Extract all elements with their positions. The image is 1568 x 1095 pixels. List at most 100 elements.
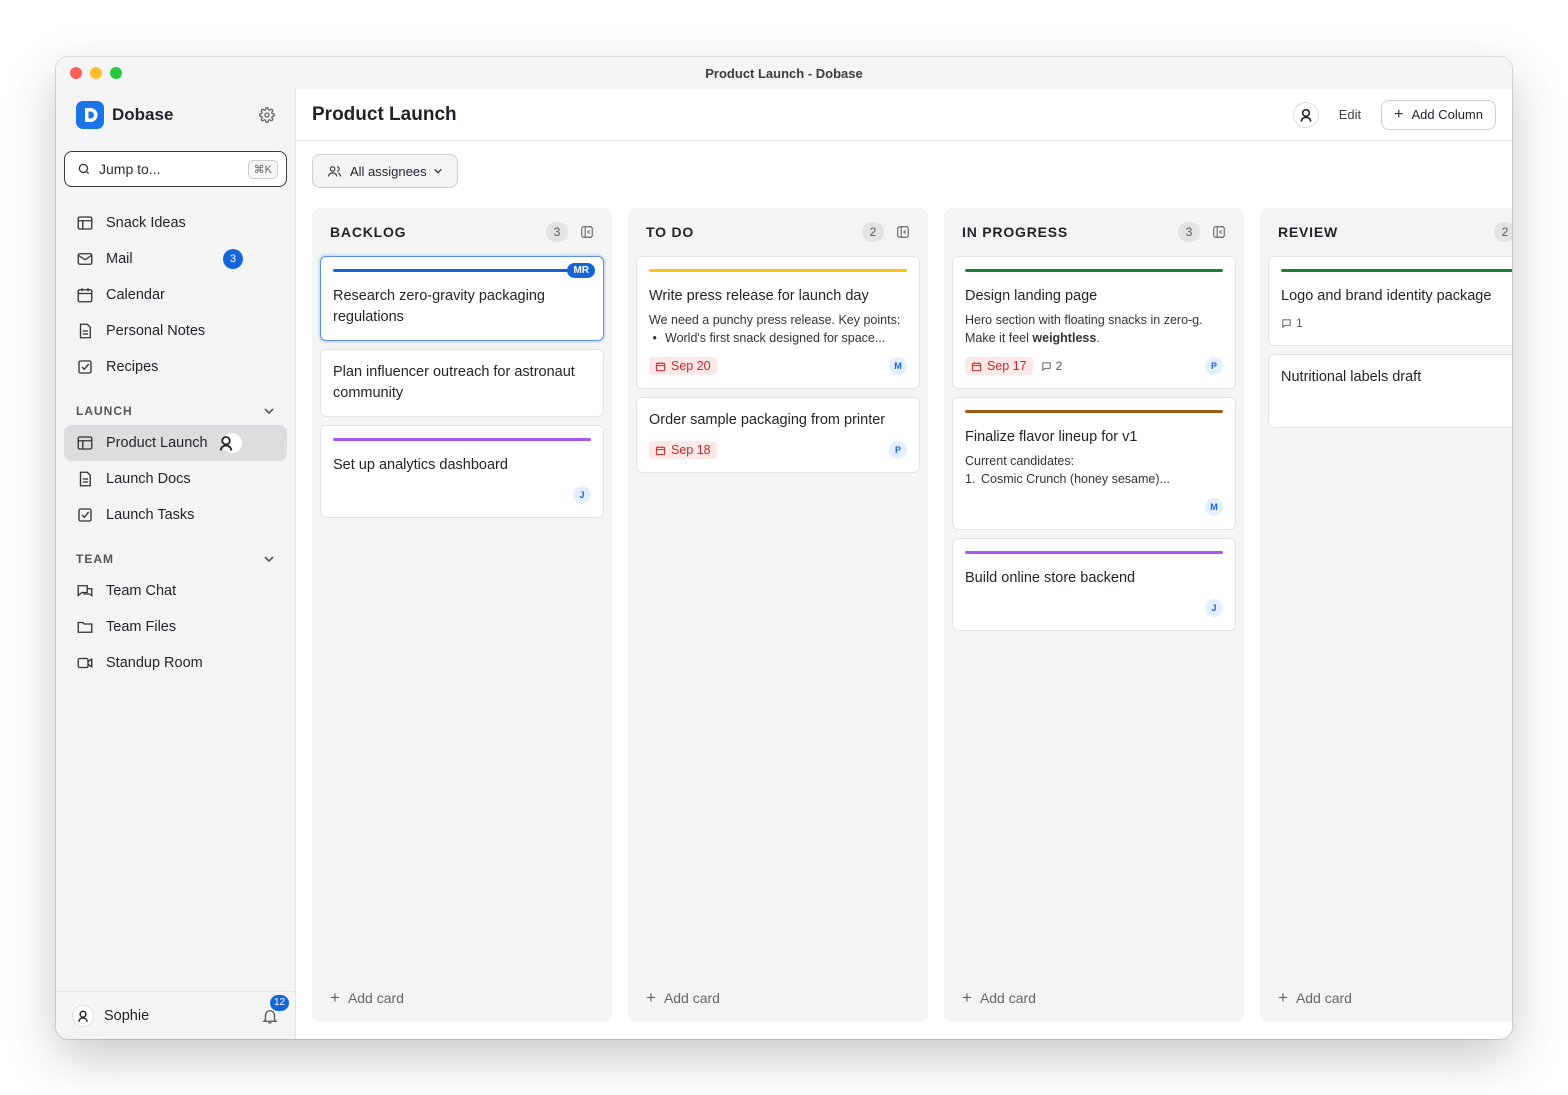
column-header: REVIEW 2 <box>1268 208 1512 256</box>
task-card[interactable]: Write press release for launch day We ne… <box>636 256 920 389</box>
sidebar-item-team-chat[interactable]: Team Chat <box>64 573 287 609</box>
card-color-bar <box>965 410 1223 413</box>
task-card[interactable]: Plan influencer outreach for astronaut c… <box>320 349 604 417</box>
calendar-icon <box>655 361 666 371</box>
folder-icon <box>77 621 93 633</box>
column-to-do: TO DO 2 Write press release for launch d… <box>628 208 928 1022</box>
search-placeholder: Jump to... <box>99 161 161 177</box>
sidebar-item-snack-ideas[interactable]: Snack Ideas <box>64 205 287 241</box>
notifications-count-badge: 12 <box>270 994 289 1011</box>
comment-count: 2 <box>1041 359 1063 373</box>
user-avatar[interactable] <box>72 1004 94 1027</box>
card-title: Build online store backend <box>965 570 1136 586</box>
document-icon <box>79 471 91 487</box>
add-card-button[interactable]: + Add card <box>962 988 1036 1008</box>
settings-gear-icon[interactable] <box>259 107 275 123</box>
collapse-column-icon[interactable] <box>1212 225 1226 239</box>
presence-avatar <box>219 432 243 454</box>
sidebar-item-mail[interactable]: Mail 3 <box>64 241 287 277</box>
sidebar-item-label: Snack Ideas <box>106 215 186 231</box>
user-name[interactable]: Sophie <box>104 1008 149 1024</box>
sidebar-item-standup-room[interactable]: Standup Room <box>64 645 287 681</box>
nav-list: Snack Ideas Mail 3 Calendar Personal Not… <box>56 205 295 681</box>
section-team-header[interactable]: TEAM <box>56 545 295 573</box>
due-date-chip: Sep 17 <box>965 357 1033 375</box>
column-backlog: BACKLOG 3 MR Research zero-gravity packa… <box>312 208 612 1022</box>
task-card[interactable]: Nutritional labels draft <box>1268 354 1512 428</box>
sidebar-item-team-files[interactable]: Team Files <box>64 609 287 645</box>
bullet-text: Cosmic Crunch (honey sesame)... <box>981 472 1170 486</box>
task-card[interactable]: Build online store backend J <box>952 538 1236 631</box>
add-column-button[interactable]: + Add Column <box>1381 99 1496 130</box>
card-meta: M <box>965 497 1223 517</box>
comment-icon <box>1042 361 1051 371</box>
checkbox-icon <box>78 508 92 522</box>
add-card-label: Add card <box>979 990 1036 1006</box>
add-card-label: Add card <box>663 990 720 1006</box>
add-card-button[interactable]: + Add card <box>646 988 720 1008</box>
add-card-button[interactable]: + Add card <box>330 988 404 1008</box>
task-card[interactable]: Order sample packaging from printer Sep … <box>636 397 920 473</box>
brand-name: Dobase <box>112 105 174 124</box>
task-card[interactable]: Design landing page Hero section with fl… <box>952 256 1236 389</box>
add-card-label: Add card <box>347 990 404 1006</box>
users-icon <box>328 165 341 177</box>
card-color-bar <box>649 269 907 272</box>
edit-button[interactable]: Edit <box>1339 107 1361 122</box>
assignee-avatar: J <box>1205 599 1223 617</box>
collaborator-avatar[interactable] <box>1292 101 1319 128</box>
sidebar-item-label: Recipes <box>106 359 159 375</box>
task-card[interactable]: MR Research zero-gravity packaging regul… <box>320 256 604 341</box>
task-card[interactable]: Set up analytics dashboard J <box>320 425 604 518</box>
sidebar-item-personal-notes[interactable]: Personal Notes <box>64 313 287 349</box>
task-card[interactable]: Logo and brand identity package 1 <box>1268 256 1512 346</box>
filter-bar: All assignees <box>296 141 1512 201</box>
card-title: Set up analytics dashboard <box>333 457 508 473</box>
sidebar-item-calendar[interactable]: Calendar <box>64 277 287 313</box>
window-title: Product Launch - Dobase <box>705 66 863 81</box>
sidebar-item-label: Team Files <box>106 619 177 635</box>
card-desc-text: . <box>1096 331 1100 345</box>
add-card-button[interactable]: + Add card <box>1278 988 1352 1008</box>
sidebar-item-label: Calendar <box>106 287 165 303</box>
sidebar-item-label: Product Launch <box>106 435 208 451</box>
sidebar-item-launch-tasks[interactable]: Launch Tasks <box>64 497 287 533</box>
notifications-bell-icon[interactable]: 12 <box>261 994 289 1025</box>
sidebar-item-recipes[interactable]: Recipes <box>64 349 287 385</box>
assignee-filter-dropdown[interactable]: All assignees <box>312 154 458 188</box>
assignee-filter-label: All assignees <box>350 163 427 179</box>
collapse-column-icon[interactable] <box>580 225 594 239</box>
bullet-text: World's first snack designed for space..… <box>665 331 886 345</box>
column-title: TO DO <box>646 224 695 240</box>
checkbox-icon <box>78 360 92 374</box>
sidebar-item-label: Mail <box>106 251 133 267</box>
jump-to-search[interactable]: Jump to... ⌘K <box>64 151 287 187</box>
card-desc-text: Make it feel <box>965 331 1033 345</box>
sidebar-item-label: Personal Notes <box>106 323 206 339</box>
bullet-marker: 1. <box>965 472 976 486</box>
card-title: Logo and brand identity package <box>1281 288 1492 304</box>
card-title: Finalize flavor lineup for v1 <box>965 429 1138 445</box>
collapse-column-icon[interactable] <box>896 225 910 239</box>
card-desc-line: Hero section with floating snacks in zer… <box>965 313 1203 327</box>
task-card[interactable]: Finalize flavor lineup for v1 Current ca… <box>952 397 1236 530</box>
due-date-text: Sep 20 <box>671 359 711 373</box>
sidebar-item-launch-docs[interactable]: Launch Docs <box>64 461 287 497</box>
card-meta: J <box>965 598 1223 618</box>
column-review: REVIEW 2 Logo and brand identity package… <box>1260 208 1512 1022</box>
card-desc-bullet: 1. Cosmic Crunch (honey sesame)... <box>965 470 1223 488</box>
due-date-chip: Sep 18 <box>649 441 717 459</box>
sidebar-item-product-launch[interactable]: Product Launch <box>64 425 287 461</box>
card-desc-bold: weightless <box>1032 331 1097 345</box>
section-launch-header[interactable]: LAUNCH <box>56 397 295 425</box>
comment-count-text: 2 <box>1055 359 1063 373</box>
sidebar-item-label: Launch Docs <box>106 471 191 487</box>
card-description: We need a punchy press release. Key poin… <box>649 311 907 347</box>
column-title: BACKLOG <box>330 224 407 240</box>
card-meta: Sep 18 P <box>649 440 907 460</box>
due-date-text: Sep 17 <box>987 359 1027 373</box>
plus-icon: + <box>1278 988 1288 1007</box>
chevron-down-icon <box>433 168 442 174</box>
column-title: IN PROGRESS <box>962 224 1069 240</box>
add-column-label: Add Column <box>1411 107 1483 122</box>
